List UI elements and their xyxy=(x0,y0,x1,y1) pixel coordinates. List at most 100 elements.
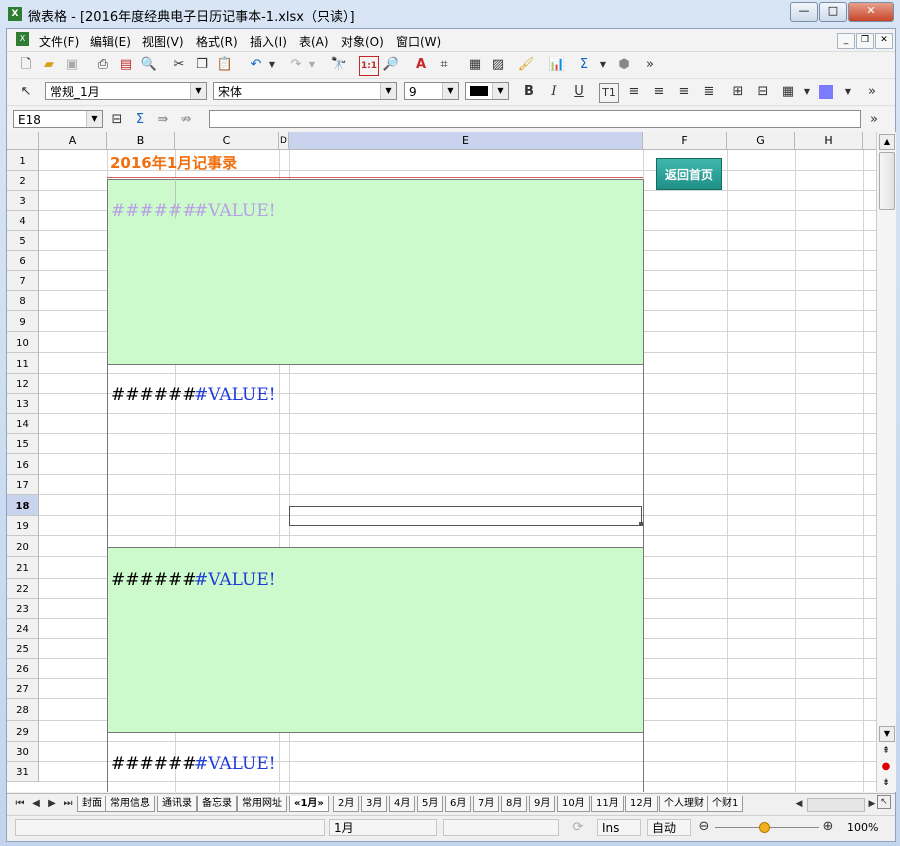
zoom-out-icon[interactable]: ⊖ xyxy=(695,818,713,836)
scroll-up-icon[interactable]: ▲ xyxy=(879,134,895,150)
font-combo[interactable]: 宋体 ▼ xyxy=(213,82,397,100)
toolbar-overflow-icon[interactable]: » xyxy=(641,56,659,74)
select-all-corner[interactable] xyxy=(7,132,39,150)
scroll-thumb[interactable] xyxy=(879,152,895,210)
column-header-g[interactable]: G xyxy=(727,132,795,150)
justify-icon[interactable]: ≣ xyxy=(700,83,718,101)
row-header-18[interactable]: 18 xyxy=(7,495,39,516)
column-header-c[interactable]: C xyxy=(175,132,279,150)
row-header-26[interactable]: 26 xyxy=(7,659,39,679)
formula-input[interactable] xyxy=(209,110,861,128)
sheet-tab-10[interactable]: 6月 xyxy=(445,796,472,812)
print-preview-icon[interactable]: 🔍 xyxy=(140,56,158,74)
size-combo[interactable]: 9 ▼ xyxy=(404,82,459,100)
toolbar-overflow-icon[interactable]: » xyxy=(865,111,883,129)
name-box[interactable]: E18 ▼ xyxy=(13,110,103,128)
fill-dropdown-icon[interactable]: ▼ xyxy=(839,83,857,101)
sheet-tab-11[interactable]: 7月 xyxy=(473,796,500,812)
column-header-e[interactable]: E xyxy=(289,132,643,150)
new-icon[interactable]: 🗋 xyxy=(17,56,35,74)
borders-icon[interactable]: ▦ xyxy=(779,83,797,101)
object-icon[interactable]: ⬢ xyxy=(615,56,633,74)
accept-icon[interactable]: ⇛ xyxy=(154,111,172,129)
spreadsheet-grid[interactable]: A B C D E F G H 1 2 3 4 5 6 7 8 9 10 11 12 13 14 15 16 1… xyxy=(7,132,895,792)
hscroll-left-icon[interactable]: ◀ xyxy=(790,795,808,813)
column-header-b[interactable]: B xyxy=(107,132,175,150)
row-header-7[interactable]: 7 xyxy=(7,271,39,291)
column-header-d[interactable]: D xyxy=(279,132,289,150)
status-calc-mode[interactable]: 自动 xyxy=(647,819,691,836)
split-cells-icon[interactable]: ⊟ xyxy=(754,83,772,101)
row-header-2[interactable]: 2 xyxy=(7,171,39,191)
paste-icon[interactable]: 📋 xyxy=(216,56,234,74)
page-up-icon[interactable]: ⇞ xyxy=(879,744,893,758)
row-header-31[interactable]: 31 xyxy=(7,762,39,782)
corner-icon[interactable]: ↖ xyxy=(877,795,891,809)
sheet-tab-0[interactable]: 封面 xyxy=(77,796,107,812)
column-header-f[interactable]: F xyxy=(643,132,727,150)
undo-dropdown-icon[interactable]: ▼ xyxy=(263,56,281,74)
row-header-9[interactable]: 9 xyxy=(7,311,39,332)
toolbar-overflow-icon[interactable]: » xyxy=(863,83,881,101)
sheet-tab-13[interactable]: 9月 xyxy=(529,796,556,812)
row-header-21[interactable]: 21 xyxy=(7,557,39,579)
actual-size-icon[interactable]: 1:1 xyxy=(359,56,379,76)
row-header-8[interactable]: 8 xyxy=(7,291,39,311)
row-header-28[interactable]: 28 xyxy=(7,699,39,721)
sum-icon[interactable]: Σ xyxy=(131,111,149,129)
sync-icon[interactable]: ⟳ xyxy=(569,819,587,837)
sheet-tab-2[interactable]: 通讯录 xyxy=(157,796,197,812)
row-header-29[interactable]: 29 xyxy=(7,721,39,742)
chevron-down-icon[interactable]: ▼ xyxy=(442,83,458,99)
menu-object[interactable]: 对象(O) xyxy=(341,33,384,50)
hatch-icon[interactable]: ▨ xyxy=(489,56,507,74)
row-header-3[interactable]: 3 xyxy=(7,191,39,211)
text-color-combo[interactable]: ▼ xyxy=(465,82,509,100)
document-icon[interactable]: X xyxy=(16,32,29,46)
sum-dropdown-icon[interactable]: ▼ xyxy=(594,56,612,74)
sheet-tab-8[interactable]: 4月 xyxy=(389,796,416,812)
row-header-17[interactable]: 17 xyxy=(7,475,39,495)
mdi-close-button[interactable]: ✕ xyxy=(875,33,893,49)
sheet-tab-7[interactable]: 3月 xyxy=(361,796,388,812)
row-header-24[interactable]: 24 xyxy=(7,619,39,639)
row-header-30[interactable]: 30 xyxy=(7,742,39,762)
row-header-15[interactable]: 15 xyxy=(7,434,39,454)
text-box-icon[interactable]: T1 xyxy=(599,83,619,103)
column-header-a[interactable]: A xyxy=(39,132,107,150)
zoom-slider-thumb[interactable] xyxy=(759,822,770,833)
sheet-tab-5[interactable]: «1月» xyxy=(289,796,329,812)
sheet-tab-4[interactable]: 常用网址 xyxy=(237,796,287,812)
scroll-down-icon[interactable]: ▼ xyxy=(879,726,895,742)
menu-edit[interactable]: 编辑(E) xyxy=(90,33,131,50)
function-wizard-icon[interactable]: ⊟ xyxy=(108,111,126,129)
open-icon[interactable]: ▰ xyxy=(40,56,58,74)
table-icon[interactable]: ▦ xyxy=(466,56,484,74)
zoom-icon[interactable]: 🔎 xyxy=(382,56,400,74)
vertical-scrollbar[interactable]: ▲ ▼ ⇞ ● ⇟ xyxy=(876,132,896,792)
sheet-tab-9[interactable]: 5月 xyxy=(417,796,444,812)
row-header-5[interactable]: 5 xyxy=(7,231,39,251)
menu-file[interactable]: 文件(F) xyxy=(39,33,79,50)
chevron-down-icon[interactable]: ▼ xyxy=(492,83,508,99)
copy-icon[interactable]: ❐ xyxy=(193,56,211,74)
fill-handle[interactable] xyxy=(639,522,643,526)
cancel-icon[interactable]: ⇏ xyxy=(177,111,195,129)
sheet-tab-12[interactable]: 8月 xyxy=(501,796,528,812)
format-painter-icon[interactable]: 🖌 xyxy=(517,56,535,74)
sheet-tab-14[interactable]: 10月 xyxy=(557,796,590,812)
row-header-11[interactable]: 11 xyxy=(7,353,39,374)
sheet-tab-6[interactable]: 2月 xyxy=(333,796,360,812)
menu-window[interactable]: 窗口(W) xyxy=(396,33,441,50)
underline-icon[interactable]: U xyxy=(570,83,588,101)
horizontal-scrollbar[interactable] xyxy=(807,798,865,812)
crop-icon[interactable]: ⌗ xyxy=(435,56,453,74)
fill-color-icon[interactable] xyxy=(819,85,833,99)
merge-cells-icon[interactable]: ⊞ xyxy=(729,83,747,101)
row-header-20[interactable]: 20 xyxy=(7,536,39,557)
sheet-tab-3[interactable]: 备忘录 xyxy=(197,796,237,812)
redo-dropdown-icon[interactable]: ▼ xyxy=(303,56,321,74)
chevron-down-icon[interactable]: ▼ xyxy=(86,111,102,127)
row-header-10[interactable]: 10 xyxy=(7,332,39,353)
close-button[interactable]: ✕ xyxy=(848,2,894,22)
